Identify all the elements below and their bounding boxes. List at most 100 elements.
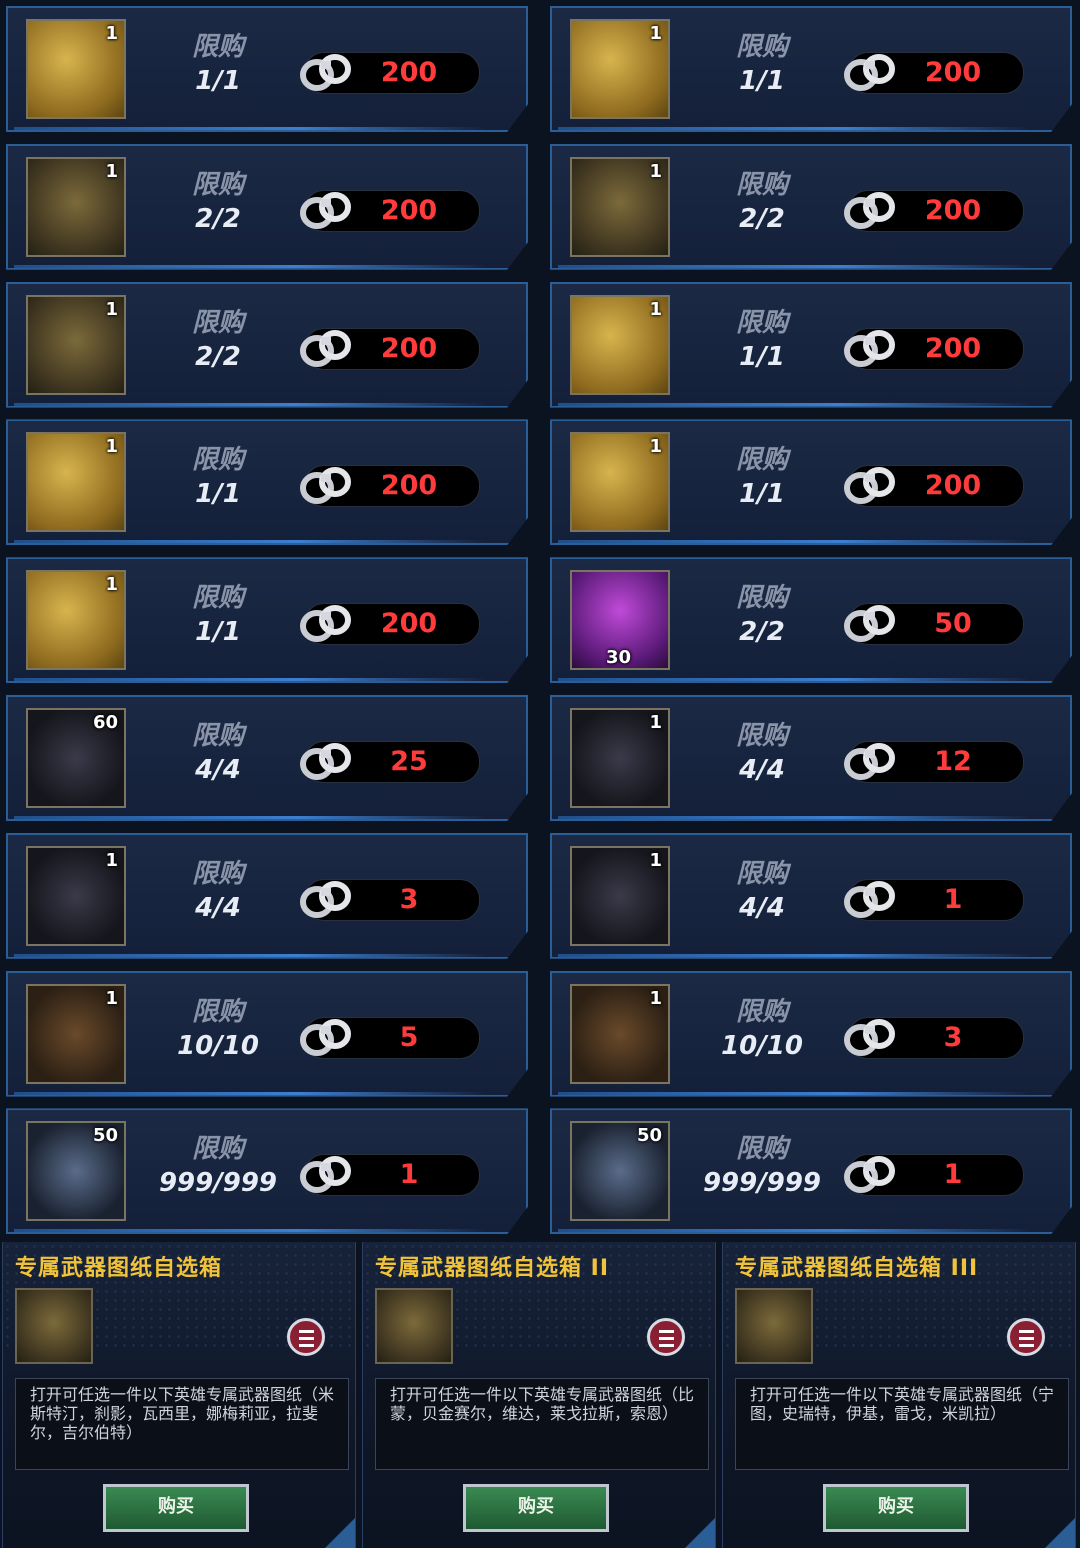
price-value: 200 bbox=[924, 194, 982, 226]
buy-button[interactable]: 购买 bbox=[823, 1484, 969, 1532]
purchase-limit: 限购 10/10 bbox=[148, 995, 288, 1063]
price-value: 50 bbox=[934, 608, 972, 640]
price-tag[interactable]: 1 bbox=[844, 878, 1024, 921]
poker-chip-icon[interactable]: 1 bbox=[570, 845, 670, 946]
purchase-limit: 限购 1/1 bbox=[692, 306, 832, 374]
price-tag[interactable]: 200 bbox=[844, 327, 1024, 370]
weapon-blueprint-icon[interactable]: 1 bbox=[26, 19, 126, 119]
corner-decoration bbox=[1045, 1518, 1075, 1548]
price-tag[interactable]: 200 bbox=[300, 52, 480, 94]
propeller-medal-icon[interactable]: 1 bbox=[26, 983, 126, 1084]
price-tag[interactable]: 12 bbox=[844, 741, 1024, 783]
orange-crystal-icon[interactable]: 1 bbox=[570, 983, 670, 1084]
price-tag[interactable]: 200 bbox=[844, 189, 1024, 232]
pink-bottlecap-icon[interactable]: 1 bbox=[26, 845, 126, 946]
gear-icon[interactable]: 50 bbox=[570, 1121, 670, 1222]
shop-item-card[interactable]: 1 限购 1/1 200 bbox=[6, 419, 528, 546]
price-value: 25 bbox=[390, 746, 428, 777]
purchase-limit: 限购 999/999 bbox=[148, 1132, 288, 1200]
shop-item-card[interactable]: 1 限购 1/1 200 bbox=[6, 6, 528, 132]
item-quantity: 60 bbox=[92, 712, 118, 733]
item-quantity: 1 bbox=[649, 298, 662, 320]
price-tag[interactable]: 200 bbox=[300, 465, 480, 508]
list-icon[interactable] bbox=[1007, 1318, 1045, 1356]
red-bottlecap-icon[interactable]: 1 bbox=[570, 708, 670, 808]
limit-label: 限购 bbox=[735, 445, 788, 476]
blueprint-chest-icon[interactable]: 1 bbox=[26, 156, 126, 257]
shop-item-card[interactable]: 1 限购 4/4 12 bbox=[550, 695, 1072, 821]
blueprint-chest-icon[interactable] bbox=[735, 1288, 813, 1364]
shop-item-card[interactable]: 1 限购 1/1 200 bbox=[550, 6, 1072, 132]
limit-label: 限购 bbox=[191, 858, 244, 889]
shop-item-card[interactable]: 1 限购 4/4 3 bbox=[6, 832, 528, 959]
limit-label: 限购 bbox=[735, 169, 788, 200]
purchase-limit: 限购 2/2 bbox=[148, 168, 288, 236]
list-icon[interactable] bbox=[647, 1318, 685, 1356]
shop-item-card[interactable]: 1 限购 2/2 200 bbox=[6, 143, 528, 270]
shop-item-card[interactable]: 1 限购 10/10 5 bbox=[6, 970, 528, 1097]
price-value: 1 bbox=[943, 1159, 963, 1191]
buy-button[interactable]: 购买 bbox=[463, 1484, 609, 1532]
price-value: 200 bbox=[924, 332, 982, 364]
limit-count: 999/999 bbox=[702, 1168, 822, 1199]
weapon-blueprint-icon[interactable]: 1 bbox=[570, 294, 670, 395]
handcuff-currency-icon bbox=[843, 1014, 899, 1062]
handcuff-currency-icon bbox=[299, 738, 355, 786]
limit-label: 限购 bbox=[735, 721, 788, 751]
price-tag[interactable]: 200 bbox=[300, 189, 480, 232]
purple-orb-icon[interactable]: 60 bbox=[26, 708, 126, 808]
pack-card-3: 专属武器图纸自选箱 III 打开可任选一件以下英雄专属武器图纸（宁图，史瑞特，伊… bbox=[722, 1242, 1076, 1548]
hero-portrait-icon[interactable]: 30 bbox=[570, 570, 670, 671]
limit-count: 1/1 bbox=[739, 341, 785, 372]
shop-item-card[interactable]: 1 限购 10/10 3 bbox=[550, 970, 1072, 1097]
limit-label: 限购 bbox=[191, 32, 244, 62]
shop-item-card[interactable]: 60 限购 4/4 25 bbox=[6, 695, 528, 821]
price-value: 200 bbox=[380, 57, 438, 88]
shop-item-card[interactable]: 1 限购 2/2 200 bbox=[6, 281, 528, 408]
limit-count: 1/1 bbox=[739, 66, 785, 96]
price-tag[interactable]: 50 bbox=[844, 603, 1024, 646]
handcuff-currency-icon bbox=[299, 1014, 355, 1062]
handcuff-currency-icon bbox=[299, 462, 355, 510]
price-tag[interactable]: 25 bbox=[300, 741, 480, 783]
blueprint-chest-icon[interactable] bbox=[15, 1288, 93, 1364]
limit-label: 限购 bbox=[191, 583, 244, 614]
weapon-blueprint-icon[interactable]: 1 bbox=[26, 570, 126, 671]
price-tag[interactable]: 1 bbox=[300, 1154, 480, 1197]
shop-item-card[interactable]: 1 限购 4/4 1 bbox=[550, 832, 1072, 959]
buy-button[interactable]: 购买 bbox=[103, 1484, 249, 1532]
limit-count: 2/2 bbox=[739, 203, 785, 234]
price-tag[interactable]: 3 bbox=[300, 878, 480, 921]
blueprint-chest-icon[interactable]: 1 bbox=[26, 294, 126, 395]
list-icon[interactable] bbox=[287, 1318, 325, 1356]
price-tag[interactable]: 200 bbox=[844, 465, 1024, 508]
blueprint-chest-icon[interactable]: 1 bbox=[570, 156, 670, 257]
item-quantity: 1 bbox=[105, 849, 118, 871]
price-tag[interactable]: 3 bbox=[844, 1016, 1024, 1059]
shop-item-card[interactable]: 1 限购 1/1 200 bbox=[6, 557, 528, 684]
corner-decoration bbox=[685, 1518, 715, 1548]
limit-label: 限购 bbox=[191, 169, 244, 200]
shop-item-card[interactable]: 50 限购 999/999 1 bbox=[6, 1108, 528, 1235]
item-quantity: 1 bbox=[649, 436, 662, 458]
price-tag[interactable]: 1 bbox=[844, 1154, 1024, 1197]
weapon-blueprint-icon[interactable]: 1 bbox=[26, 432, 126, 533]
price-tag[interactable]: 200 bbox=[844, 52, 1024, 94]
shop-item-card[interactable]: 1 限购 1/1 200 bbox=[550, 419, 1072, 546]
shop-item-card[interactable]: 50 限购 999/999 1 bbox=[550, 1108, 1072, 1235]
item-quantity: 1 bbox=[105, 298, 118, 320]
purchase-limit: 限购 2/2 bbox=[692, 168, 832, 236]
shop-item-card[interactable]: 1 限购 1/1 200 bbox=[550, 281, 1072, 408]
weapon-blueprint-icon[interactable]: 1 bbox=[570, 432, 670, 533]
price-value: 200 bbox=[380, 470, 438, 502]
shop-item-card[interactable]: 1 限购 2/2 200 bbox=[550, 143, 1072, 270]
price-tag[interactable]: 200 bbox=[300, 327, 480, 370]
limit-label: 限购 bbox=[191, 996, 244, 1027]
handcuff-currency-icon bbox=[299, 325, 355, 373]
price-tag[interactable]: 200 bbox=[300, 603, 480, 646]
price-tag[interactable]: 5 bbox=[300, 1016, 480, 1059]
shop-item-card[interactable]: 30 限购 2/2 50 bbox=[550, 557, 1072, 684]
silver-prism-icon[interactable]: 50 bbox=[26, 1121, 126, 1222]
weapon-blueprint-icon[interactable]: 1 bbox=[570, 19, 670, 119]
blueprint-chest-icon[interactable] bbox=[375, 1288, 453, 1364]
